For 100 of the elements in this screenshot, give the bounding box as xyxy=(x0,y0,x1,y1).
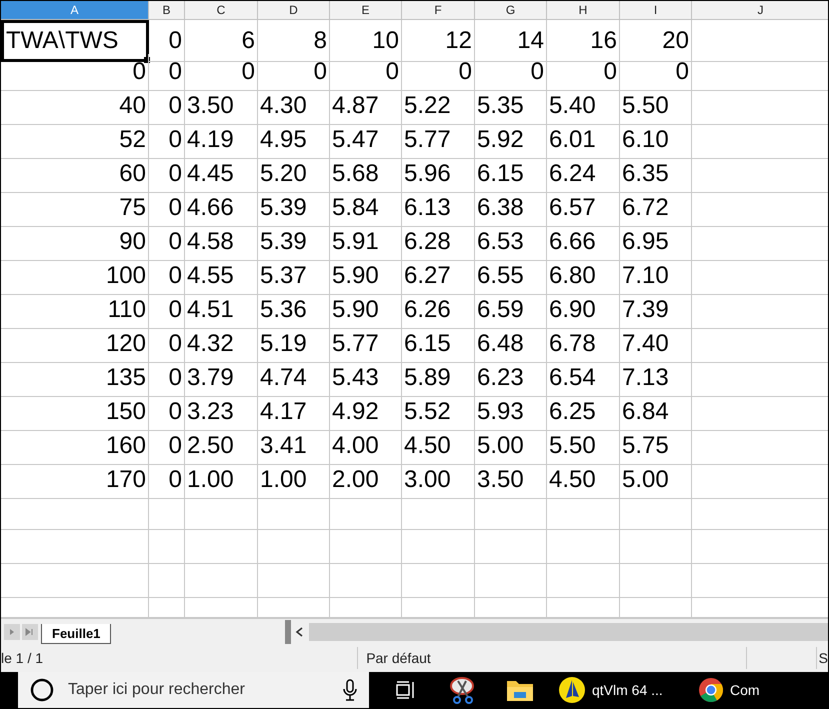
table-cell: 5.40 xyxy=(547,88,620,125)
table-cell: 3.50 xyxy=(475,462,547,499)
table-cell: 5.36 xyxy=(258,292,330,329)
table-cell: 4.30 xyxy=(258,88,330,125)
table-cell: 0 xyxy=(149,190,185,227)
sheet-tab[interactable]: Feuille1 xyxy=(41,624,112,644)
table-cell: 5.84 xyxy=(330,190,402,227)
sailboat-icon[interactable] xyxy=(558,676,586,704)
folder-icon[interactable] xyxy=(506,678,534,702)
table-cell: 0 xyxy=(149,258,185,295)
table-cell: 135 xyxy=(1,360,149,397)
table-cell: 60 xyxy=(1,156,149,193)
table-cell: 4.32 xyxy=(185,326,258,363)
table-cell: 4.55 xyxy=(185,258,258,295)
table-cell: 6.78 xyxy=(547,326,620,363)
column-header[interactable]: F xyxy=(402,1,475,20)
column-header[interactable]: I xyxy=(620,1,692,20)
table-cell: 0 xyxy=(258,54,330,91)
microphone-icon[interactable] xyxy=(343,679,357,701)
table-cell: 5.19 xyxy=(258,326,330,363)
table-cell: 5.77 xyxy=(402,122,475,159)
table-cell: 6.35 xyxy=(620,156,692,193)
horizontal-scrollbar[interactable] xyxy=(309,623,828,641)
table-cell: TWA\TWS xyxy=(1,20,149,62)
table-cell: 170 xyxy=(1,462,149,499)
table-cell: 6.57 xyxy=(547,190,620,227)
empty-cell xyxy=(149,530,185,564)
empty-cell xyxy=(149,496,185,530)
table-cell: 120 xyxy=(1,326,149,363)
table-cell: 4.50 xyxy=(402,428,475,465)
table-cell: 6 xyxy=(185,20,258,62)
search-field[interactable]: Taper ici pour rechercher xyxy=(68,678,329,702)
table-cell: 3.41 xyxy=(258,428,330,465)
table-cell: 0 xyxy=(149,156,185,193)
table-cell: 4.50 xyxy=(547,462,620,499)
table-cell: 6.01 xyxy=(547,122,620,159)
status-text: S xyxy=(818,649,828,668)
empty-cell xyxy=(149,564,185,598)
table-cell: 5.90 xyxy=(330,258,402,295)
table-cell: 6.15 xyxy=(475,156,547,193)
table-cell: 4.00 xyxy=(330,428,402,465)
table-cell: 3.50 xyxy=(185,88,258,125)
table-cell: 6.38 xyxy=(475,190,547,227)
table-cell: 16 xyxy=(547,20,620,62)
column-header[interactable]: H xyxy=(547,1,620,20)
table-cell: 5.96 xyxy=(402,156,475,193)
table-cell: 90 xyxy=(1,224,149,261)
table-cell: 14 xyxy=(475,20,547,62)
table-cell: 0 xyxy=(149,122,185,159)
table-cell: 5.00 xyxy=(620,462,692,499)
table-cell: 0 xyxy=(330,54,402,91)
table-cell: 5.20 xyxy=(258,156,330,193)
column-header[interactable]: J xyxy=(692,1,828,20)
column-header[interactable]: G xyxy=(475,1,547,20)
table-cell: 5.92 xyxy=(475,122,547,159)
table-cell: 7.13 xyxy=(620,360,692,397)
table-cell: 0 xyxy=(402,54,475,91)
table-cell: 0 xyxy=(475,54,547,91)
empty-cell xyxy=(258,530,330,564)
table-cell: 0 xyxy=(149,54,185,91)
table-cell: 6.66 xyxy=(547,224,620,261)
table-cell: 5.35 xyxy=(475,88,547,125)
table-cell: 5.89 xyxy=(402,360,475,397)
column-header[interactable]: D xyxy=(258,1,330,20)
table-cell: 5.93 xyxy=(475,394,547,431)
table-cell: 7.10 xyxy=(620,258,692,295)
empty-cell xyxy=(475,530,547,564)
table-cell: 5.52 xyxy=(402,394,475,431)
table-cell: 0 xyxy=(185,54,258,91)
empty-cell xyxy=(620,530,692,564)
table-cell: 5.47 xyxy=(330,122,402,159)
table-cell: 6.48 xyxy=(475,326,547,363)
table-cell: 5.00 xyxy=(475,428,547,465)
table-cell: 6.72 xyxy=(620,190,692,227)
column-header[interactable]: C xyxy=(185,1,258,20)
table-cell: 0 xyxy=(149,224,185,261)
table-cell: 6.90 xyxy=(547,292,620,329)
table-cell: 12 xyxy=(402,20,475,62)
taskbar-app-label[interactable]: qtVlm 64 ... xyxy=(592,680,663,700)
taskbar-app-label[interactable]: Com xyxy=(730,680,760,700)
empty-cell xyxy=(620,496,692,530)
table-cell: 1.00 xyxy=(185,462,258,499)
table-cell: 0 xyxy=(149,88,185,125)
column-header[interactable]: B xyxy=(149,1,185,20)
table-cell: 6.53 xyxy=(475,224,547,261)
task-view-icon[interactable] xyxy=(394,680,416,700)
table-cell: 4.74 xyxy=(258,360,330,397)
browser-icon[interactable] xyxy=(698,677,724,703)
table-cell: 100 xyxy=(1,258,149,295)
table-cell: 4.92 xyxy=(330,394,402,431)
table-cell: 4.95 xyxy=(258,122,330,159)
table-cell: 150 xyxy=(1,394,149,431)
column-header[interactable]: E xyxy=(330,1,402,20)
table-cell: 10 xyxy=(330,20,402,62)
empty-cell xyxy=(330,496,402,530)
table-cell: 4.45 xyxy=(185,156,258,193)
search-bar[interactable]: Taper ici pour rechercher xyxy=(18,672,369,708)
table-cell: 6.95 xyxy=(620,224,692,261)
table-cell: 5.43 xyxy=(330,360,402,397)
empty-cell xyxy=(330,530,402,564)
